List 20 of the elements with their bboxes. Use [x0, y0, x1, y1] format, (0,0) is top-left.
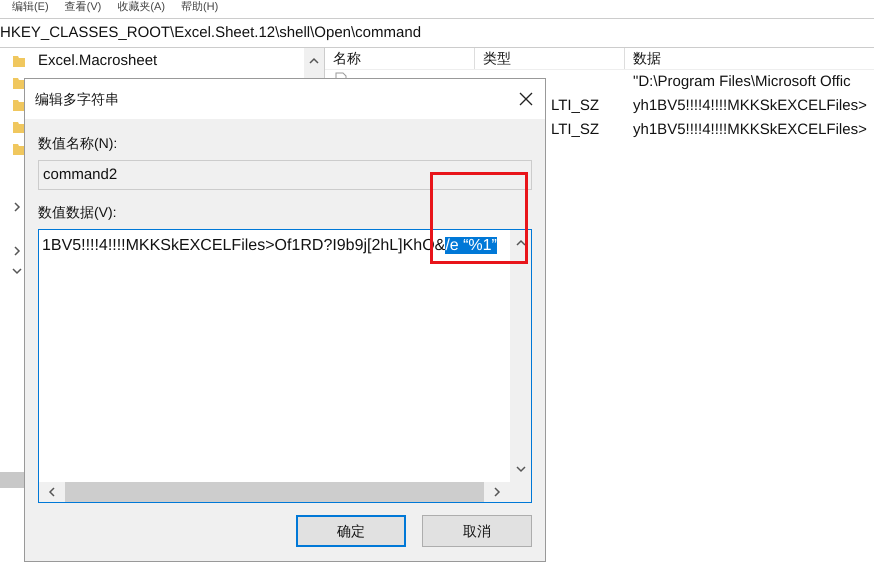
- table-cell: LTI_SZ: [551, 120, 600, 138]
- address-bar[interactable]: HKEY_CLASSES_ROOT\Excel.Sheet.12\shell\Open\command: [0, 22, 422, 44]
- column-header[interactable]: 类型: [475, 48, 625, 69]
- column-header[interactable]: 数据: [625, 48, 874, 69]
- field-label: 数值数据(V):: [38, 203, 118, 222]
- column-header[interactable]: 名称: [325, 48, 475, 69]
- table-cell-text: yh1BV5!!!!4!!!!MKKSkEXCELFiles>: [632, 120, 867, 140]
- menu-item[interactable]: 收藏夹(A): [117, 0, 166, 14]
- name-field[interactable]: command2: [38, 160, 532, 190]
- menu-item[interactable]: 帮助(H): [181, 0, 218, 14]
- table-cell-text: "D:\Program Files\Microsoft Offic: [632, 72, 851, 92]
- menu-item[interactable]: 查看(V): [64, 0, 102, 14]
- dialog-title: 编辑多字符串: [35, 90, 119, 108]
- dialog-button[interactable]: 取消: [422, 515, 532, 547]
- field-label: 数值名称(N):: [38, 134, 118, 153]
- dialog-button[interactable]: 确定: [296, 515, 406, 547]
- table-cell-text: yh1BV5!!!!4!!!!MKKSkEXCELFiles>: [632, 96, 867, 116]
- menu-item[interactable]: 编辑(E): [12, 0, 49, 14]
- table-cell: LTI_SZ: [551, 96, 600, 114]
- tree-item[interactable]: Excel.Macrosheet: [38, 50, 158, 72]
